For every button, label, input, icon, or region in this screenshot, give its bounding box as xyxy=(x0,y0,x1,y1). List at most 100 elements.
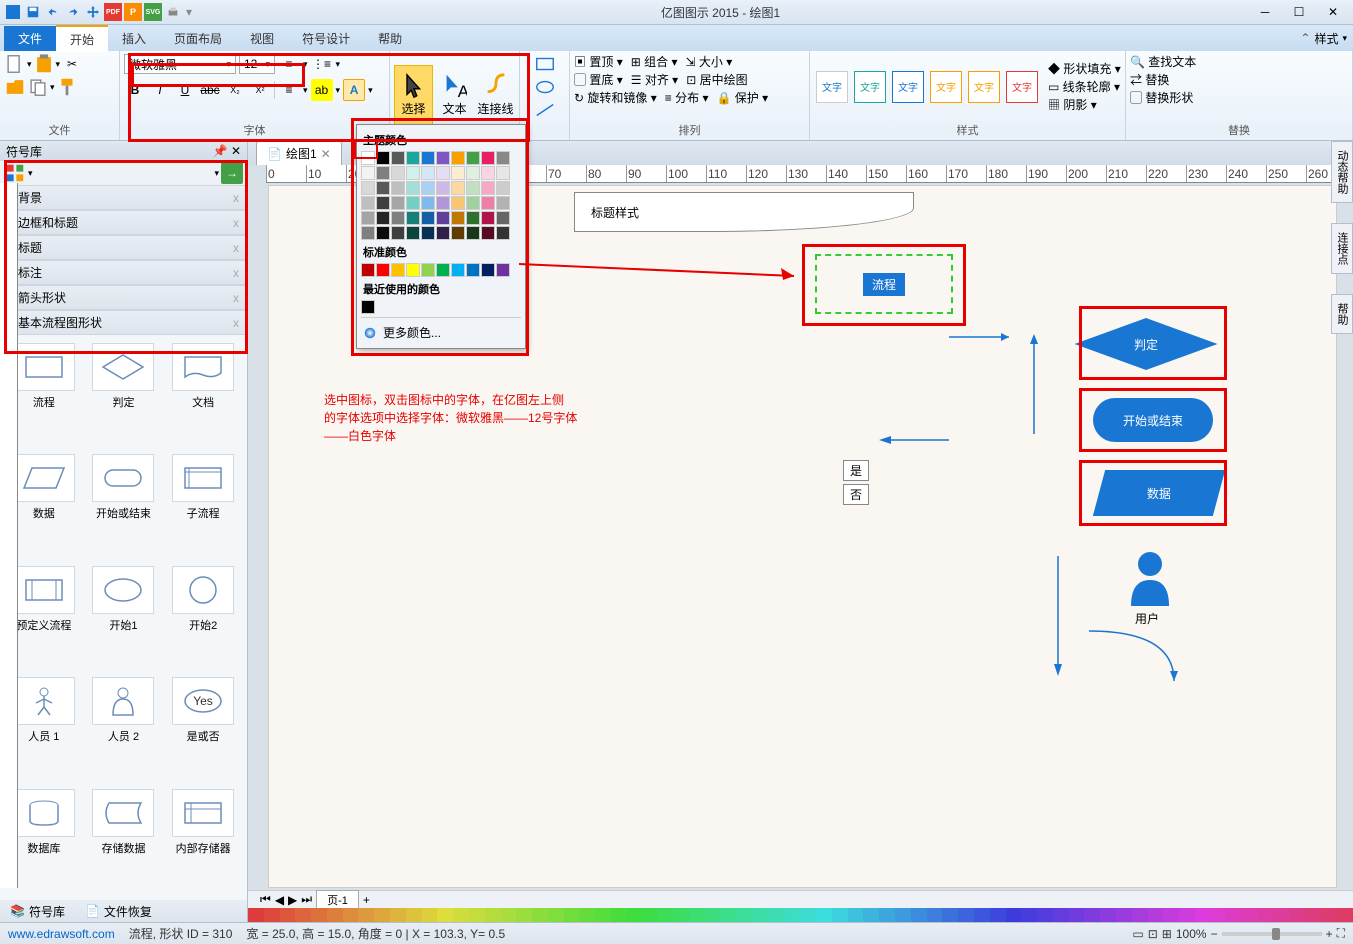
lib-group-border[interactable]: ⋮边框和标题x xyxy=(0,210,247,235)
shape-子流程[interactable]: 子流程 xyxy=(163,450,243,561)
zoom-slider[interactable] xyxy=(1222,932,1322,936)
panel-close-icon[interactable]: ✕ xyxy=(231,144,241,158)
lib-go-icon[interactable]: → xyxy=(221,162,243,184)
tab-insert[interactable]: 插入 xyxy=(108,26,160,51)
page-tab[interactable]: 页-1 xyxy=(316,890,359,910)
view-icon-3[interactable]: ⊞ xyxy=(1162,927,1172,941)
color-bar[interactable] xyxy=(248,908,1353,922)
export-svg-icon[interactable]: SVG xyxy=(144,3,162,21)
data-shape[interactable]: 数据 xyxy=(1093,470,1225,516)
font-family-select[interactable]: 微软雅黑▾ xyxy=(124,54,236,74)
text-style-5[interactable]: 文字 xyxy=(968,71,1000,103)
shape-开始1[interactable]: 开始1 xyxy=(84,562,164,673)
protect-btn[interactable]: 🔒 保护 ▾ xyxy=(716,89,768,106)
group-btn[interactable]: ⊞ 组合 ▾ xyxy=(631,53,678,70)
bring-front[interactable]: ▣ 置顶 ▾ xyxy=(574,53,623,70)
subscript-button[interactable]: X₂ xyxy=(224,79,246,101)
standard-color-row[interactable] xyxy=(361,263,521,277)
text-style-6[interactable]: 文字 xyxy=(1006,71,1038,103)
quick-oval-icon[interactable] xyxy=(534,76,556,98)
lib-group-flowchart[interactable]: ⋮基本流程图形状x xyxy=(0,310,247,335)
select-tool[interactable]: 选择 xyxy=(394,65,433,125)
bold-button[interactable]: B xyxy=(124,79,146,101)
text-style-1[interactable]: 文字 xyxy=(816,71,848,103)
align-icon[interactable]: ≡ xyxy=(278,79,300,101)
paste-icon[interactable] xyxy=(33,53,55,75)
title-shape[interactable]: 标题样式 xyxy=(574,192,914,232)
menu-file[interactable]: 文件 xyxy=(4,26,56,51)
quick-rect-icon[interactable] xyxy=(534,53,556,75)
text-style-4[interactable]: 文字 xyxy=(930,71,962,103)
lib-group-bg[interactable]: ⋮背景x xyxy=(0,185,247,210)
status-url[interactable]: www.edrawsoft.com xyxy=(8,927,115,941)
shape-判定[interactable]: 判定 xyxy=(84,339,164,450)
maximize-button[interactable]: ☐ xyxy=(1283,2,1315,22)
shape-开始2[interactable]: 开始2 xyxy=(163,562,243,673)
find-text[interactable]: 🔍 查找文本 xyxy=(1130,53,1196,70)
zoom-out[interactable]: − xyxy=(1211,927,1218,941)
zoom-in[interactable]: + xyxy=(1326,927,1333,941)
undo-icon[interactable] xyxy=(44,3,62,21)
text-tool[interactable]: A 文本 xyxy=(435,65,474,125)
tab-symbol[interactable]: 符号设计 xyxy=(288,26,364,51)
recent-color-row[interactable] xyxy=(361,300,521,314)
decision-shape[interactable]: 判定 xyxy=(1075,318,1218,370)
user-shape[interactable] xyxy=(1127,550,1173,609)
text-style-3[interactable]: 文字 xyxy=(892,71,924,103)
tab-home[interactable]: 开始 xyxy=(56,25,108,52)
size-btn[interactable]: ⇲ 大小 ▾ xyxy=(685,53,732,70)
bottom-tab-recover[interactable]: 📄 文件恢复 xyxy=(75,901,162,922)
more-colors-button[interactable]: 更多颜色... xyxy=(361,321,521,344)
center-btn[interactable]: ⊡ 居中绘图 xyxy=(686,71,747,88)
copy-icon[interactable] xyxy=(27,76,49,98)
font-size-select[interactable]: 12▾ xyxy=(239,54,275,74)
open-icon[interactable] xyxy=(4,76,26,98)
lib-group-title[interactable]: ⋮标题x xyxy=(0,235,247,260)
superscript-button[interactable]: X² xyxy=(249,79,271,101)
export-pdf-icon[interactable]: PDF xyxy=(104,3,122,21)
shape-是或否[interactable]: Yes是或否 xyxy=(163,673,243,784)
shape-存储数据[interactable]: 存储数据 xyxy=(84,785,164,896)
italic-button[interactable]: I xyxy=(149,79,171,101)
tab-layout[interactable]: 页面布局 xyxy=(160,26,236,51)
move-icon[interactable] xyxy=(84,3,102,21)
page-nav-first[interactable]: ⏮ xyxy=(260,892,271,907)
save-icon[interactable] xyxy=(24,3,42,21)
collapse-ribbon-icon[interactable]: ⌃ xyxy=(1300,31,1310,45)
align-btn[interactable]: ☰ 对齐 ▾ xyxy=(631,71,678,88)
shape-文档[interactable]: 文档 xyxy=(163,339,243,450)
doc-tab[interactable]: 📄 绘图1 ✕ xyxy=(256,141,342,165)
style-menu[interactable]: 样式 xyxy=(1314,30,1338,47)
no-label[interactable]: 否 xyxy=(843,484,869,505)
text-style-2[interactable]: 文字 xyxy=(854,71,886,103)
quick-line-icon[interactable] xyxy=(534,99,556,121)
replace-text[interactable]: ⇄ 替换 xyxy=(1130,71,1169,88)
theme-color-row[interactable] xyxy=(361,151,521,165)
minimize-button[interactable]: ─ xyxy=(1249,2,1281,22)
rotate-btn[interactable]: ↻ 旋转和镜像 ▾ xyxy=(574,89,657,106)
distribute-btn[interactable]: ≡ 分布 ▾ xyxy=(665,89,709,106)
app-icon[interactable] xyxy=(4,3,22,21)
underline-button[interactable]: U xyxy=(174,79,196,101)
pin-icon[interactable]: 📌 xyxy=(213,144,228,158)
fit-icon[interactable]: ⛶ xyxy=(1337,926,1345,941)
page-nav-prev[interactable]: ◀ xyxy=(275,893,284,907)
highlight-icon[interactable]: ab xyxy=(311,79,333,101)
cut-icon[interactable]: ✂ xyxy=(61,53,83,75)
lib-icon-1[interactable] xyxy=(4,162,26,184)
page-nav-next[interactable]: ▶ xyxy=(288,893,297,907)
tab-view[interactable]: 视图 xyxy=(236,26,288,51)
right-tab-help[interactable]: 动态帮助 xyxy=(1331,141,1353,203)
export-p-icon[interactable]: P xyxy=(124,3,142,21)
replace-shape[interactable]: ▢ 替换形状 xyxy=(1130,89,1193,106)
new-icon[interactable] xyxy=(4,53,26,75)
list-icon[interactable]: ⋮≡ xyxy=(311,53,333,75)
shape-fill[interactable]: ◆ 形状填充 ▾ xyxy=(1048,60,1121,77)
connector-tool[interactable]: 连接线 xyxy=(476,65,515,125)
lib-group-arrow[interactable]: ⋮箭头形状x xyxy=(0,285,247,310)
shadow[interactable]: ▦ 阴影 ▾ xyxy=(1048,96,1121,113)
bottom-tab-lib[interactable]: 📚 符号库 xyxy=(0,901,75,922)
shape-内部存储器[interactable]: 内部存储器 xyxy=(163,785,243,896)
process-shape-selected[interactable]: 流程 xyxy=(815,254,953,314)
view-icon-1[interactable]: ▭ xyxy=(1132,927,1143,941)
